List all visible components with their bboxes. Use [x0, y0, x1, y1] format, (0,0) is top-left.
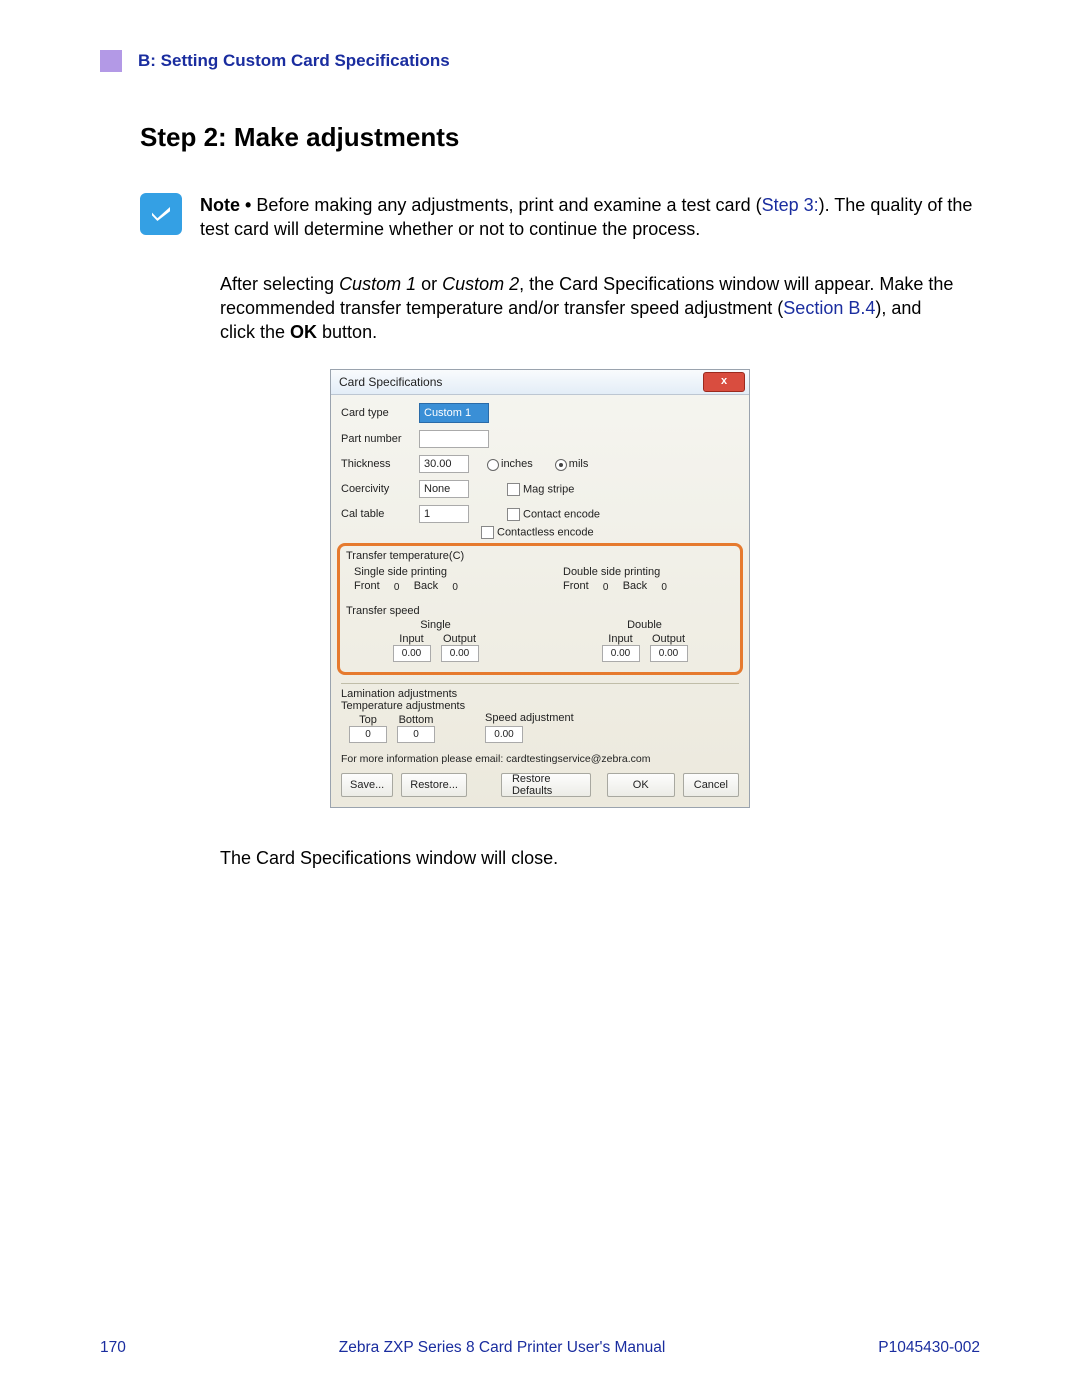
tt2-front-val[interactable]: 0 [599, 580, 613, 595]
single-side-label: Single side printing [354, 566, 525, 578]
ts-input-val[interactable]: 0.00 [393, 645, 431, 662]
contact-check[interactable] [507, 508, 520, 521]
save-button[interactable]: Save... [341, 773, 393, 797]
inches-label: inches [501, 458, 533, 470]
p-text: or [416, 274, 442, 294]
lam-speed-label: Speed adjustment [485, 712, 574, 724]
tt-front-val[interactable]: 0 [390, 580, 404, 595]
lam-label: Lamination adjustments [341, 683, 739, 700]
cardtype-label: Card type [341, 407, 411, 419]
ts2-output-label: Output [650, 633, 688, 645]
tt2-front-label: Front [563, 580, 589, 595]
lam-top-label: Top [349, 714, 387, 726]
partnumber-label: Part number [341, 433, 411, 445]
ts2-output-val[interactable]: 0.00 [650, 645, 688, 662]
note-label: Note • [200, 195, 256, 215]
transfer-temp-label: Transfer temperature(C) [346, 550, 734, 562]
magstripe-label: Mag stripe [523, 483, 574, 495]
section-link[interactable]: Section B.4 [783, 298, 875, 318]
cardtype-select[interactable]: Custom 1 [419, 403, 489, 423]
dialog-title: Card Specifications [331, 375, 442, 389]
custom1-text: Custom 1 [339, 274, 416, 294]
ts-single-label: Single [346, 619, 525, 631]
tt-front-label: Front [354, 580, 380, 595]
closing-text: The Card Specifications window will clos… [220, 848, 980, 869]
coercivity-select[interactable]: None [419, 480, 469, 498]
tt-back-label: Back [414, 580, 438, 595]
ts2-input-val[interactable]: 0.00 [602, 645, 640, 662]
manual-title: Zebra ZXP Series 8 Card Printer User's M… [339, 1339, 666, 1357]
page-number: 170 [100, 1339, 126, 1357]
lam-bottom-val[interactable]: 0 [397, 726, 435, 743]
dialog-titlebar: Card Specifications x [331, 370, 749, 395]
ok-button[interactable]: OK [607, 773, 675, 797]
p-text: After selecting [220, 274, 339, 294]
close-button[interactable]: x [703, 372, 745, 392]
inches-radio[interactable] [487, 459, 499, 471]
cancel-button[interactable]: Cancel [683, 773, 739, 797]
lam-speed-val[interactable]: 0.00 [485, 726, 523, 743]
section-marker [100, 50, 122, 72]
restore-button[interactable]: Restore... [401, 773, 467, 797]
page-footer: 170 Zebra ZXP Series 8 Card Printer User… [100, 1339, 980, 1357]
thickness-input[interactable]: 30.00 [419, 455, 469, 473]
ts2-input-label: Input [602, 633, 640, 645]
highlighted-settings: Transfer temperature(C) Single side prin… [337, 543, 743, 675]
p-text: button. [317, 322, 377, 342]
magstripe-check[interactable] [507, 483, 520, 496]
caltable-select[interactable]: 1 [419, 505, 469, 523]
transfer-speed-label: Transfer speed [346, 605, 734, 617]
contactless-check[interactable] [481, 526, 494, 539]
doc-number: P1045430-002 [878, 1339, 980, 1357]
note-text: Note • Before making any adjustments, pr… [200, 193, 980, 242]
tt2-back-val[interactable]: 0 [657, 580, 671, 595]
mils-label: mils [569, 458, 589, 470]
ts-output-label: Output [441, 633, 479, 645]
mils-radio[interactable] [555, 459, 567, 471]
section-title: B: Setting Custom Card Specifications [138, 51, 450, 71]
step-heading: Step 2: Make adjustments [140, 122, 980, 153]
lam-bottom-label: Bottom [397, 714, 435, 726]
lam-temp-label: Temperature adjustments [341, 700, 739, 712]
note-icon [140, 193, 182, 235]
lam-top-val[interactable]: 0 [349, 726, 387, 743]
caltable-label: Cal table [341, 508, 411, 520]
note-body-1: Before making any adjustments, print and… [256, 195, 761, 215]
tt2-back-label: Back [623, 580, 647, 595]
ts-double-label: Double [555, 619, 734, 631]
card-specifications-dialog: Card Specifications x Card type Custom 1… [330, 369, 750, 808]
tt-back-val[interactable]: 0 [448, 580, 462, 595]
custom2-text: Custom 2 [442, 274, 519, 294]
double-side-label: Double side printing [563, 566, 734, 578]
restore-defaults-button[interactable]: Restore Defaults [501, 773, 591, 797]
section-header: B: Setting Custom Card Specifications [100, 50, 980, 72]
ts-input-label: Input [393, 633, 431, 645]
contactless-label: Contactless encode [497, 527, 594, 539]
coercivity-label: Coercivity [341, 483, 411, 495]
note-block: Note • Before making any adjustments, pr… [140, 193, 980, 242]
thickness-label: Thickness [341, 458, 411, 470]
body-paragraph: After selecting Custom 1 or Custom 2, th… [220, 272, 960, 345]
ok-bold: OK [290, 322, 317, 342]
note-link-step3[interactable]: Step 3: [762, 195, 819, 215]
partnumber-input[interactable] [419, 430, 489, 448]
info-text: For more information please email: cardt… [341, 753, 739, 765]
ts-output-val[interactable]: 0.00 [441, 645, 479, 662]
contact-label: Contact encode [523, 508, 600, 520]
